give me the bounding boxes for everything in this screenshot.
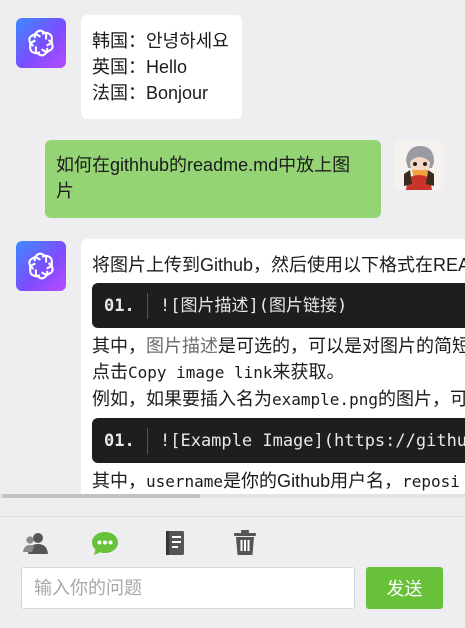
code-line-number: 01. [92,427,148,454]
code-block: 01. ![Example Image](https://github [92,418,465,463]
text-fragment: 的图片，可 [377,389,465,409]
text-fragment: example.png [272,390,378,409]
text-fragment: 图片描述 [146,336,218,356]
message-text-line: 韩国：안녕하세요 [92,31,229,51]
openai-logo-icon [28,252,54,280]
message-text-line: 例如，如果要插入名为example.png的图片，可 [92,386,465,413]
send-button[interactable]: 发送 [366,567,443,609]
input-bar: 发送 [0,560,465,628]
text-fragment: 是可选的，可以是对图片的简短 [218,336,465,356]
text-fragment: 是你的Github用户名， [223,471,403,491]
message-text-line: 其中，username是你的Github用户名，reposi [92,468,465,495]
toolbar [0,516,465,560]
text-fragment: 来获取。 [272,362,345,382]
text-fragment: username [146,472,224,491]
text-fragment: Copy image link [128,363,273,382]
user-avatar-image [394,140,444,190]
assistant-avatar [16,241,66,291]
message-text-line: 英国：Hello [92,57,188,77]
text-fragment: 点击 [92,362,128,382]
message-text-line: 如何在githhub的readme.md中放上图 [56,155,351,175]
question-input[interactable] [21,567,355,609]
code-text: ![图片描述](图片链接) [160,295,348,316]
horizontal-scrollbar[interactable] [0,494,465,498]
message-text-line: 点击Copy image link来获取。 [92,359,465,386]
assistant-avatar [16,18,66,68]
chat-icon[interactable] [91,529,119,557]
user-message-bubble: 如何在githhub的readme.md中放上图 片 [45,140,381,218]
scrollbar-thumb[interactable] [2,494,200,498]
text-fragment: 其中， [92,471,146,491]
message-text-line: 其中，图片描述是可选的，可以是对图片的简短 [92,333,465,359]
text-fragment: reposi [402,472,460,491]
message-text-line: 法国：Bonjour [92,83,209,103]
chat-area: 韩国：안녕하세요 英国：Hello 法国：Bonjour 如何在githhub的… [0,0,465,496]
assistant-message-bubble: 韩国：안녕하세요 英国：Hello 法国：Bonjour [81,15,242,119]
openai-logo-icon [28,29,54,57]
text-fragment: 例如，如果要插入名为 [92,389,272,409]
message-text-line: 将图片上传到Github，然后使用以下格式在README [92,255,465,275]
code-block: 01. ![图片描述](图片链接) [92,283,465,328]
text-fragment: 其中， [92,336,146,356]
trash-icon[interactable] [231,529,259,557]
document-icon[interactable] [161,529,189,557]
user-avatar [394,140,444,190]
message-text-line: 片 [56,181,74,201]
user-icon[interactable] [22,529,50,557]
assistant-message-bubble: 将图片上传到Github，然后使用以下格式在README 01. ![图片描述]… [81,239,465,496]
code-text: ![Example Image](https://github [160,430,465,451]
code-line-number: 01. [92,292,148,319]
